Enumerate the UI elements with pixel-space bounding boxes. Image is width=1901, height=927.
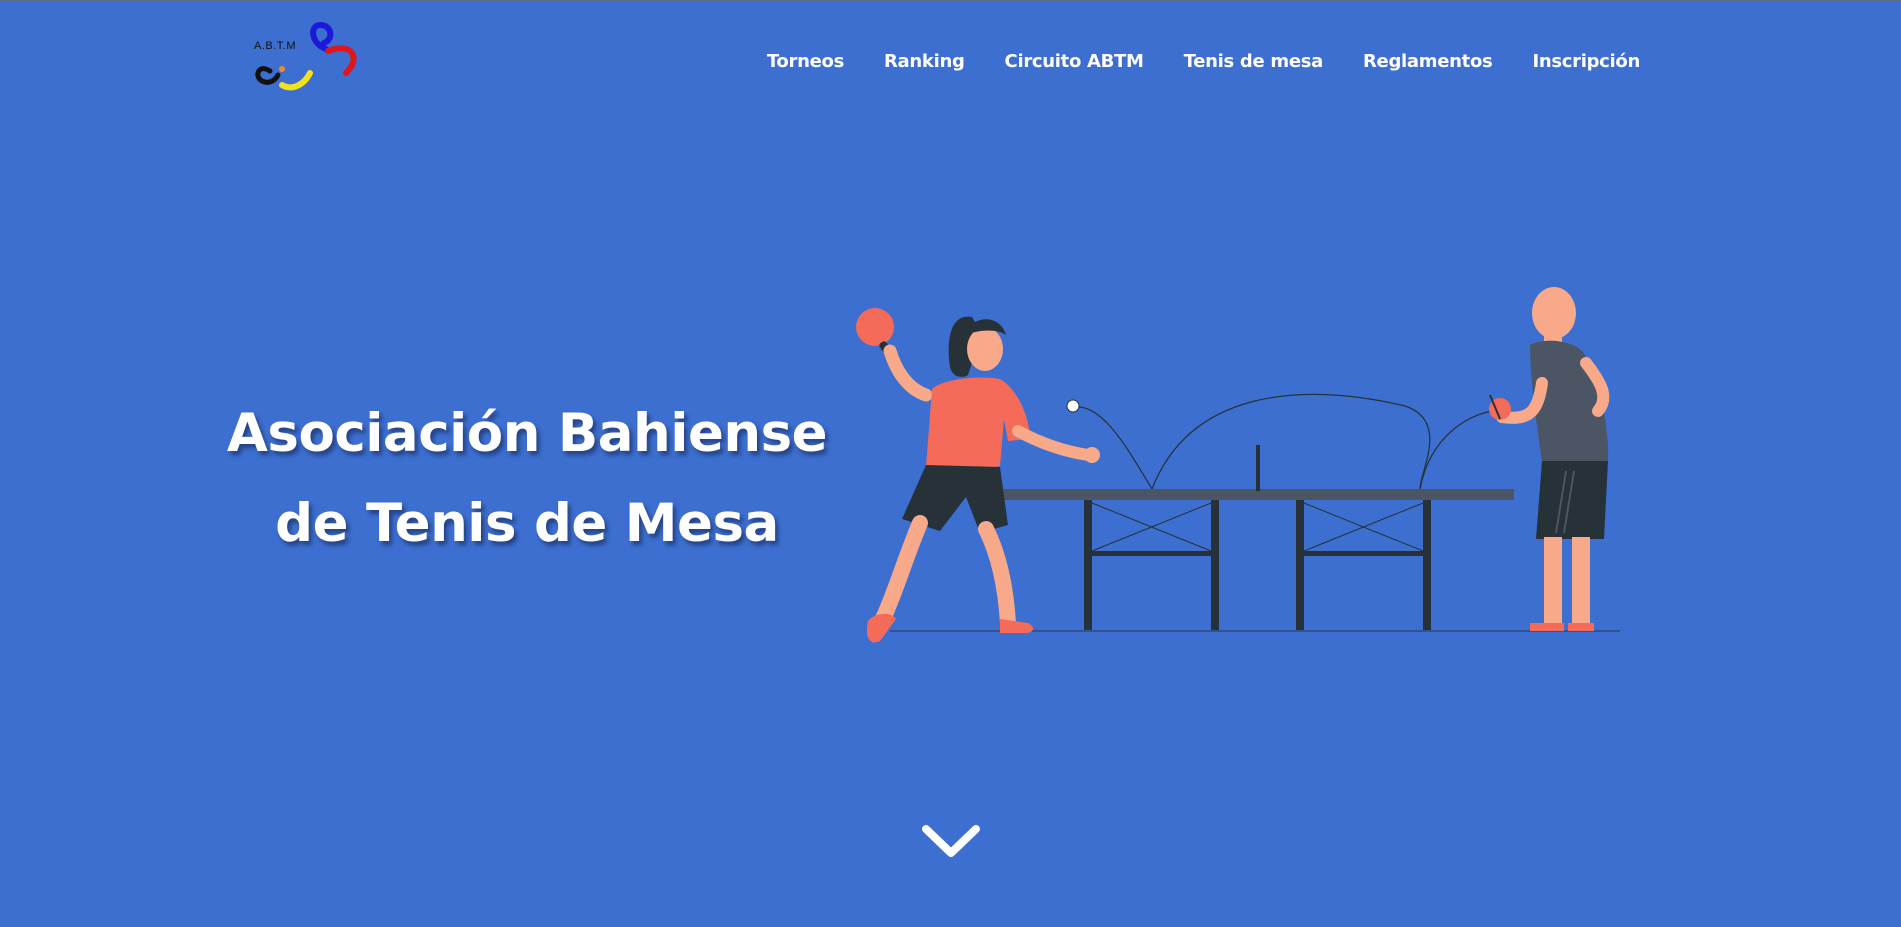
nav-item-inscripcion[interactable]: Inscripción [1532, 51, 1640, 72]
nav-item-tenis-de-mesa[interactable]: Tenis de mesa [1184, 51, 1324, 72]
chevron-down-icon [922, 825, 980, 857]
page: A.B.T.M Torneos Ranking Circuito ABTM Te… [0, 0, 1901, 927]
logo-text: A.B.T.M [254, 40, 297, 52]
table-tennis-illustration [856, 287, 1620, 643]
nav-item-ranking[interactable]: Ranking [884, 51, 965, 72]
woman-player-icon [856, 308, 1100, 643]
ball-icon [1066, 399, 1080, 413]
main-nav: Torneos Ranking Circuito ABTM Tenis de m… [767, 51, 1640, 72]
abtm-logo[interactable]: A.B.T.M [248, 21, 374, 97]
nav-item-torneos[interactable]: Torneos [767, 51, 844, 72]
hero-title-line2: de Tenis de Mesa [275, 493, 779, 554]
nav-item-reglamentos[interactable]: Reglamentos [1363, 51, 1493, 72]
hero-title: Asociación Bahiense de Tenis de Mesa [222, 389, 832, 569]
logo-graphic [255, 21, 357, 91]
man-player-icon [1489, 287, 1610, 631]
scroll-down-button[interactable] [920, 823, 982, 863]
nav-item-circuito-abtm[interactable]: Circuito ABTM [1005, 51, 1144, 72]
hero-title-line1: Asociación Bahiense [226, 403, 828, 464]
table-icon [1002, 445, 1514, 630]
